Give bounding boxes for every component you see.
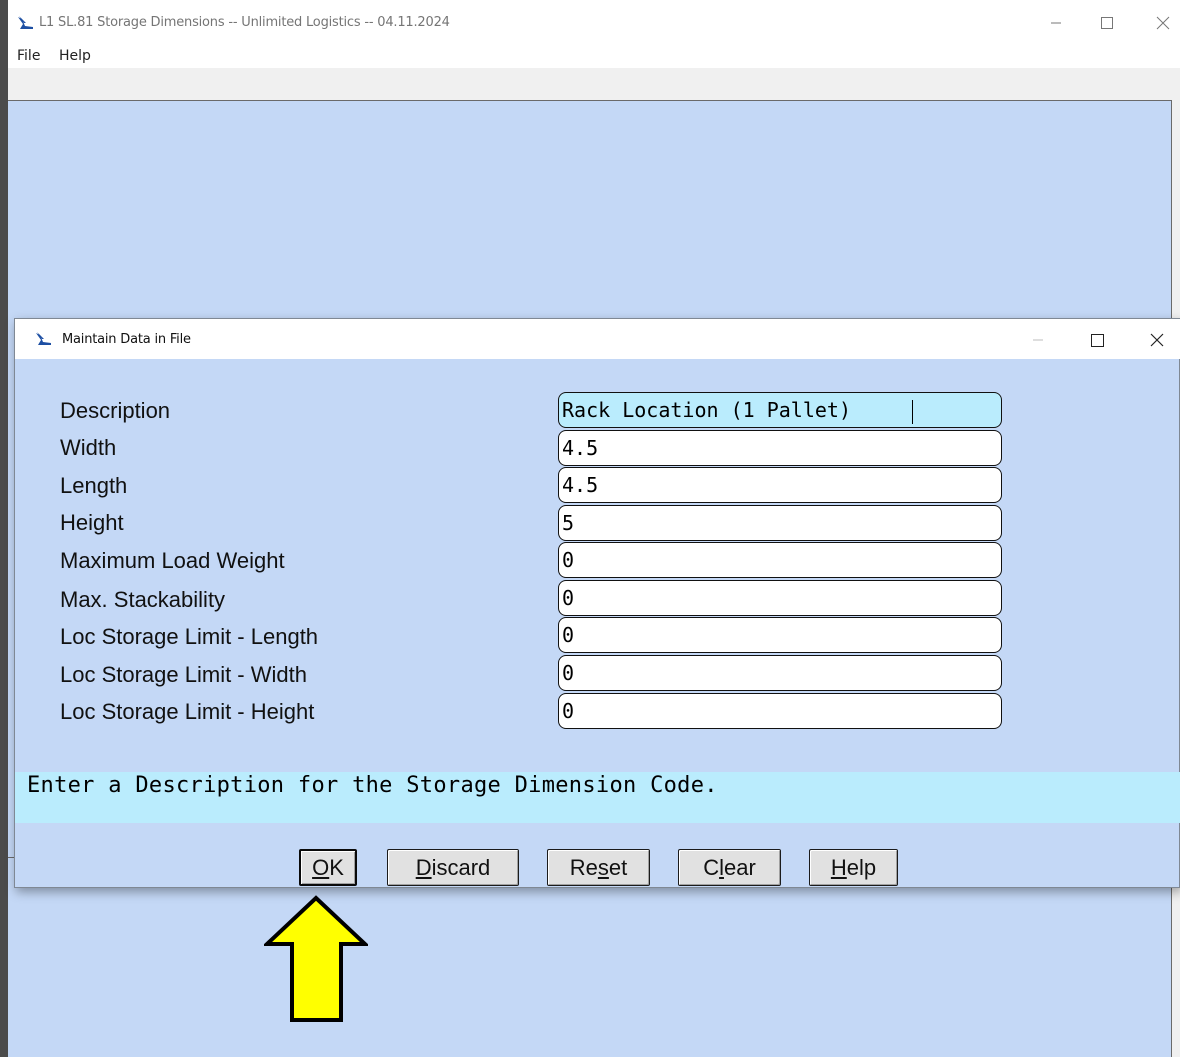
minimize-icon <box>1051 22 1061 24</box>
loc-limit-length-input[interactable] <box>558 617 1002 653</box>
description-input[interactable] <box>558 392 1002 428</box>
reset-label-post: et <box>608 854 628 880</box>
menu-help[interactable]: Help <box>59 48 91 64</box>
text-caret <box>912 400 913 424</box>
max-load-weight-input[interactable] <box>558 542 1002 578</box>
menu-file[interactable]: File <box>17 48 40 64</box>
label-loc-limit-length: Loc Storage Limit - Length <box>60 624 319 649</box>
ok-button[interactable]: OK <box>299 849 357 886</box>
label-loc-limit-width: Loc Storage Limit - Width <box>60 662 307 687</box>
loc-limit-width-input[interactable] <box>558 655 1002 691</box>
close-icon <box>1150 333 1164 347</box>
minimize-button[interactable] <box>1033 6 1079 40</box>
discard-button[interactable]: Discard <box>387 849 519 886</box>
help-mnemonic: H <box>830 854 847 880</box>
reset-mnemonic: s <box>597 854 609 880</box>
bird-logo-icon <box>36 332 51 345</box>
app-titlebar: L1 SL.81 Storage Dimensions -- Unlimited… <box>8 0 1180 44</box>
app-title: L1 SL.81 Storage Dimensions -- Unlimited… <box>39 15 450 30</box>
arrow-up-icon <box>264 895 368 1022</box>
loc-limit-height-input[interactable] <box>558 693 1002 729</box>
bird-logo-icon <box>18 16 33 29</box>
width-input[interactable] <box>558 430 1002 466</box>
help-button[interactable]: Help <box>809 849 898 886</box>
dialog-close-button[interactable] <box>1134 323 1180 357</box>
discard-label-post: iscard <box>431 854 491 880</box>
reset-button[interactable]: Re s et <box>547 849 650 886</box>
clear-button[interactable]: Cl ear <box>678 849 781 886</box>
label-max-stackability: Max. Stackability <box>60 587 226 612</box>
maximize-icon <box>1090 333 1104 347</box>
label-length: Length <box>60 473 128 498</box>
ok-label-post: K <box>329 854 344 880</box>
maintain-data-dialog: Maintain Data in File Description Width … <box>14 318 1180 888</box>
clear-label-post: ear <box>723 854 756 880</box>
help-label-post: elp <box>846 854 877 880</box>
close-button[interactable] <box>1140 6 1180 40</box>
length-input[interactable] <box>558 467 1002 503</box>
close-icon <box>1156 16 1170 30</box>
clear-label-pre: C <box>703 854 720 880</box>
label-height: Height <box>60 510 124 535</box>
hint-text: Enter a Description for the Storage Dime… <box>27 773 718 798</box>
label-loc-limit-height: Loc Storage Limit - Height <box>60 699 315 724</box>
label-max-load-weight: Maximum Load Weight <box>60 548 285 573</box>
max-stackability-input[interactable] <box>558 580 1002 616</box>
dialog-maximize-button[interactable] <box>1074 323 1120 357</box>
dialog-minimize-button[interactable] <box>1015 323 1061 357</box>
label-description: Description <box>60 398 171 423</box>
menubar: File Help <box>8 44 1180 68</box>
dialog-titlebar: Maintain Data in File <box>15 319 1180 359</box>
discard-mnemonic: D <box>415 854 432 880</box>
toolbar-strip <box>8 68 1180 100</box>
minimize-icon <box>1033 339 1043 341</box>
dialog-title: Maintain Data in File <box>62 332 191 347</box>
height-input[interactable] <box>558 505 1002 541</box>
ok-mnemonic: O <box>312 854 330 880</box>
label-width: Width <box>60 435 117 460</box>
maximize-icon <box>1101 17 1113 29</box>
reset-label-pre: Re <box>569 854 598 880</box>
maximize-button[interactable] <box>1084 6 1130 40</box>
